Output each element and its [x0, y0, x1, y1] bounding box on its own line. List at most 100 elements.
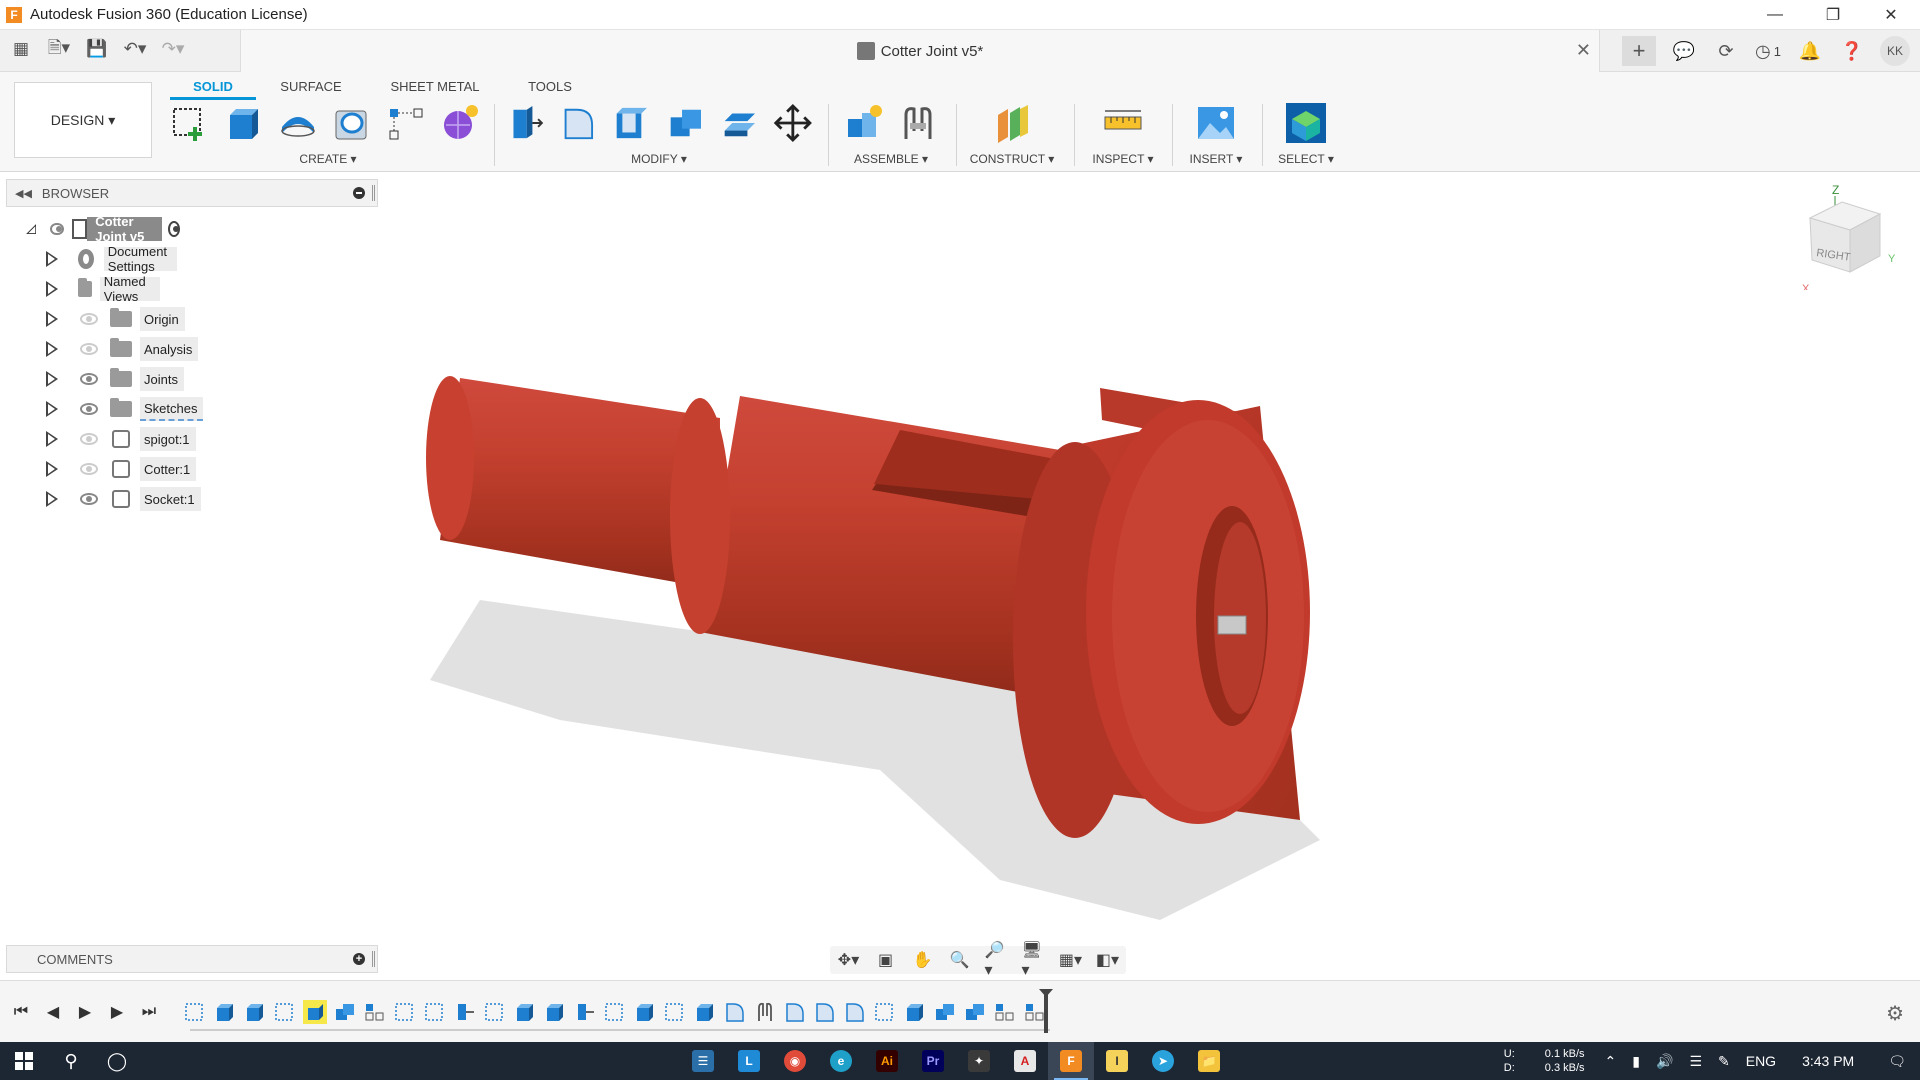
close-window-button[interactable]: ✕ [1862, 0, 1920, 30]
timeline-feature-pattern-icon[interactable] [362, 999, 388, 1025]
wifi-icon[interactable]: ☰ [1689, 1053, 1702, 1070]
tree-item-socket[interactable]: Socket:1 [46, 486, 201, 512]
tab-sheet-metal[interactable]: SHEET METAL [366, 74, 504, 100]
timeline-feature-extrude-icon[interactable] [902, 999, 928, 1025]
go-to-end-icon[interactable]: ⏭ [138, 1001, 160, 1023]
close-tab-icon[interactable]: ✕ [1576, 40, 1591, 61]
expand-triangle-icon[interactable] [46, 281, 58, 297]
timeline-feature-sketch-icon[interactable] [872, 999, 898, 1025]
pan-hand-icon[interactable]: ✋ [911, 949, 935, 971]
volume-icon[interactable]: 🔊 [1656, 1053, 1673, 1070]
grid-snaps-icon[interactable]: ▦▾ [1059, 949, 1083, 971]
tree-item-joints[interactable]: Joints [46, 366, 184, 392]
timeline-feature-combine-icon[interactable] [962, 999, 988, 1025]
timeline-feature-extrude-icon[interactable] [242, 999, 268, 1025]
visibility-eye-icon[interactable] [80, 373, 98, 385]
tab-tools[interactable]: TOOLS [504, 74, 596, 100]
joint-icon[interactable] [896, 101, 940, 145]
tree-item-origin[interactable]: Origin [46, 306, 185, 332]
workspace-switcher[interactable]: DESIGN ▾ [14, 82, 152, 158]
notification-bell-icon[interactable]: 🔔 [1796, 37, 1824, 65]
timeline-feature-combine-icon[interactable] [932, 999, 958, 1025]
activate-radio-icon[interactable] [168, 221, 181, 237]
timeline-settings-gear-icon[interactable]: ⚙ [1886, 1001, 1904, 1026]
expand-triangle-icon[interactable] [46, 401, 58, 417]
go-to-start-icon[interactable]: ⏮ [10, 1001, 32, 1023]
visibility-eye-icon[interactable] [80, 493, 98, 505]
timeline-feature-sketch-icon[interactable] [602, 999, 628, 1025]
display-settings-icon[interactable]: 🖥▾ [1022, 942, 1046, 979]
tree-item-analysis[interactable]: Analysis [46, 336, 199, 362]
viewcube[interactable]: Z RIGHT Y X [1800, 180, 1900, 290]
timeline-marker[interactable] [1039, 989, 1053, 1033]
visibility-eye-icon[interactable] [80, 313, 98, 325]
search-icon[interactable]: ⚲ [48, 1042, 94, 1080]
timeline-feature-fillet-icon[interactable] [782, 999, 808, 1025]
expand-triangle-icon[interactable] [46, 311, 58, 327]
language-indicator[interactable]: ENG [1746, 1053, 1776, 1069]
redo-icon[interactable]: ↷▾ [160, 36, 186, 62]
expand-triangle-icon[interactable] [46, 371, 58, 387]
expanded-triangle-icon[interactable] [26, 221, 37, 237]
timeline-feature-joint-icon[interactable] [752, 999, 778, 1025]
timeline-feature-sketch-icon[interactable] [422, 999, 448, 1025]
visibility-eye-icon[interactable] [80, 463, 98, 475]
taskbar-app-fusion-icon[interactable]: F [1048, 1042, 1094, 1080]
data-panel-grid-icon[interactable]: ▦ [8, 36, 34, 62]
tree-item-document-settings[interactable]: Document Settings [46, 244, 178, 274]
rectangular-pattern-icon[interactable] [384, 101, 428, 145]
insert-group-label[interactable]: INSERT ▾ [1176, 152, 1256, 166]
select-window-icon[interactable] [1284, 101, 1328, 145]
inspect-group-label[interactable]: INSPECT ▾ [1078, 152, 1168, 166]
timeline-feature-extrude-icon[interactable] [542, 999, 568, 1025]
tab-solid[interactable]: SOLID [170, 74, 256, 100]
clock-time[interactable]: 3:43 PM [1802, 1053, 1854, 1069]
visibility-eye-icon[interactable] [80, 343, 98, 355]
restore-button[interactable]: ❐ [1804, 0, 1862, 30]
timeline-feature-sketch-icon[interactable] [182, 999, 208, 1025]
comments-panel-header[interactable]: COMMENTS + [6, 945, 378, 973]
insert-image-icon[interactable] [1194, 101, 1238, 145]
collapse-panel-icon[interactable] [353, 187, 365, 199]
timeline-feature-fillet-icon[interactable] [722, 999, 748, 1025]
job-status-icon[interactable]: ◷ 1 [1754, 37, 1782, 65]
timeline-feature-fillet-icon[interactable] [842, 999, 868, 1025]
modify-group-label[interactable]: MODIFY ▾ [504, 152, 814, 166]
pen-workspace-icon[interactable]: ✎ [1718, 1053, 1730, 1070]
tree-item-named-views[interactable]: Named Views [46, 274, 160, 304]
timeline-feature-fillet-icon[interactable] [812, 999, 838, 1025]
file-menu-icon[interactable]: 🗎▾ [46, 36, 72, 62]
offset-face-icon[interactable] [719, 101, 761, 145]
construct-group-label[interactable]: CONSTRUCT ▾ [960, 152, 1064, 166]
expand-triangle-icon[interactable] [46, 491, 58, 507]
timeline-feature-sketch-icon[interactable] [482, 999, 508, 1025]
revolve-icon[interactable] [276, 101, 320, 145]
battery-icon[interactable]: ▮ [1632, 1053, 1640, 1070]
step-back-icon[interactable]: ◀ [42, 1001, 64, 1023]
document-tab[interactable]: Cotter Joint v5* ✕ [240, 30, 1600, 72]
browser-panel-header[interactable]: ◀◀ BROWSER [6, 179, 378, 207]
move-copy-icon[interactable] [772, 101, 814, 145]
taskbar-app-acrobat-icon[interactable]: A [1002, 1042, 1048, 1080]
taskbar-app-file-explorer-icon[interactable]: 📁 [1186, 1042, 1232, 1080]
create-group-label[interactable]: CREATE ▾ [168, 152, 488, 166]
tree-item-spigot[interactable]: spigot:1 [46, 426, 196, 452]
timeline-feature-extrude-icon[interactable] [692, 999, 718, 1025]
shell-icon[interactable] [611, 101, 653, 145]
taskbar-app-spotify-icon[interactable]: ☰ [680, 1042, 726, 1080]
show-hidden-icons-chevron-icon[interactable]: ⌃ [1605, 1053, 1617, 1070]
panel-grip-icon[interactable] [372, 951, 375, 967]
visibility-eye-icon[interactable] [80, 433, 98, 445]
timeline-feature-press-icon[interactable] [572, 999, 598, 1025]
visibility-eye-icon[interactable] [50, 223, 64, 235]
fit-icon[interactable]: 🔎▾ [985, 942, 1009, 979]
cortana-icon[interactable]: ◯ [94, 1042, 140, 1080]
tree-item-sketches[interactable]: Sketches [46, 396, 204, 422]
hole-icon[interactable] [330, 101, 374, 145]
create-sketch-icon[interactable] [168, 101, 212, 145]
step-forward-icon[interactable]: ▶ [106, 1001, 128, 1023]
expand-triangle-icon[interactable] [46, 251, 58, 267]
timeline-feature-extrude-hl-icon[interactable] [302, 999, 328, 1025]
taskbar-app-edge-icon[interactable]: e [818, 1042, 864, 1080]
start-button[interactable] [0, 1042, 48, 1080]
